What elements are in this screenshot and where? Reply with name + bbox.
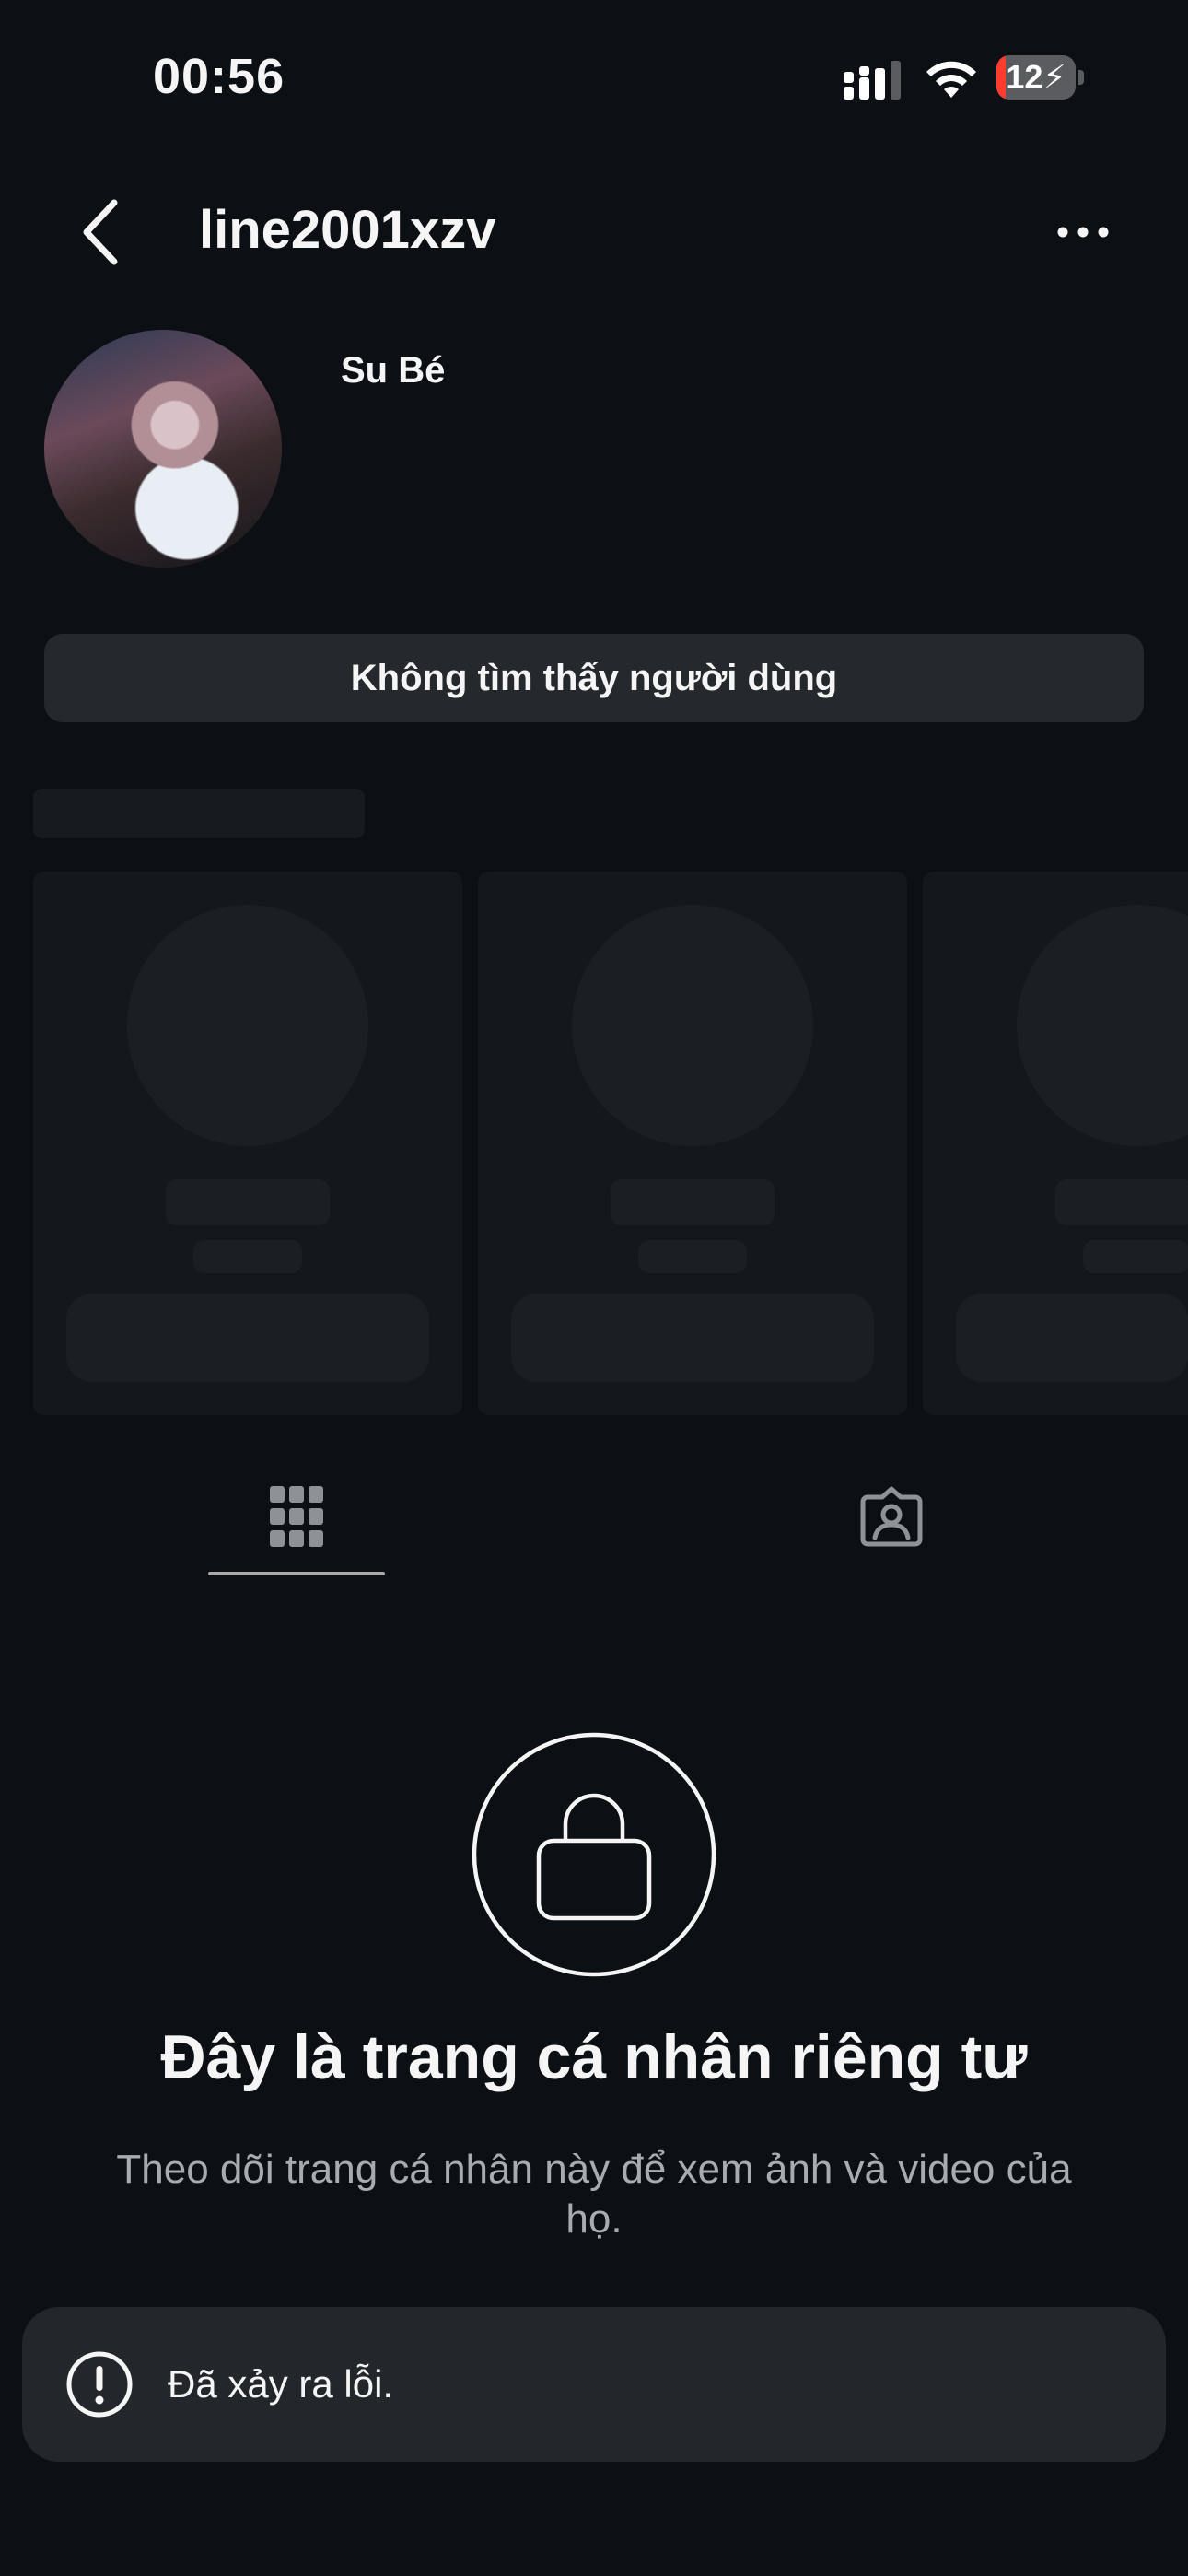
active-tab-indicator (208, 1572, 385, 1575)
tab-tagged[interactable] (634, 1461, 1149, 1572)
battery-level: 12⚡ (1006, 58, 1066, 96)
tab-posts-grid[interactable] (39, 1461, 554, 1572)
battery-indicator: 12⚡ (996, 55, 1085, 101)
private-account-title: Đây là trang cá nhân riêng tư (160, 2022, 1028, 2092)
back-button[interactable] (72, 195, 131, 269)
toast-message: Đã xảy ra lỗi. (168, 2362, 394, 2406)
tagged-user-icon (860, 1486, 923, 1547)
display-name: Su Bé (341, 350, 446, 391)
status-time: 00:56 (153, 49, 285, 104)
skeleton-card (478, 872, 907, 1415)
chevron-left-icon (83, 199, 118, 265)
wifi-icon (926, 61, 976, 98)
more-options-button[interactable] (1050, 205, 1116, 260)
more-horizontal-icon (1057, 227, 1109, 238)
lock-icon (472, 1732, 716, 1977)
avatar[interactable] (44, 330, 282, 568)
charging-bolt-icon: ⚡ (1042, 58, 1066, 96)
user-not-found-button[interactable]: Không tìm thấy người dùng (44, 634, 1144, 722)
alert-circle-icon (66, 2351, 133, 2418)
private-account-subtitle: Theo dõi trang cá nhân này để xem ảnh và… (116, 2147, 1072, 2242)
profile-username: line2001xzv (199, 200, 496, 260)
error-toast: Đã xảy ra lỗi. (22, 2307, 1166, 2462)
cellular-signal-icon (844, 61, 901, 100)
skeleton-card (33, 872, 462, 1415)
grid-icon (270, 1486, 323, 1547)
skeleton-card (923, 872, 1188, 1415)
skeleton-title (33, 789, 365, 838)
